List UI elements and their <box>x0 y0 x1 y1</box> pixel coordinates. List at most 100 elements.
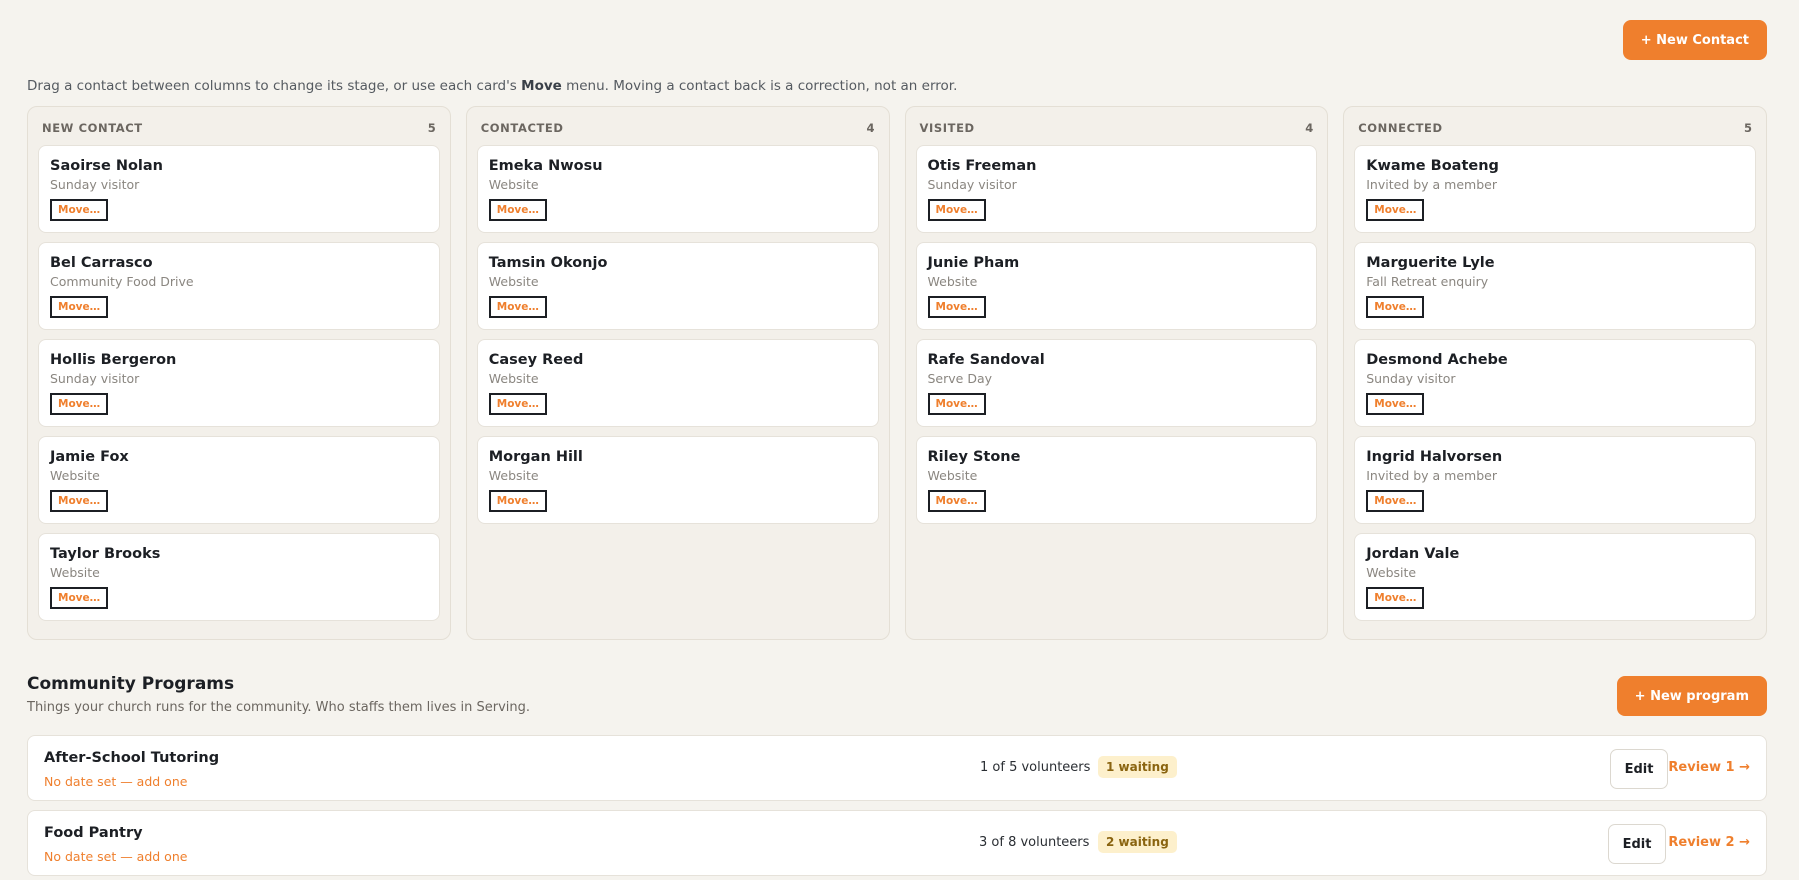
contact-name: Marguerite Lyle <box>1366 255 1495 271</box>
column-title: NEW CONTACT <box>42 121 143 135</box>
move-button[interactable]: Move… <box>1366 393 1425 415</box>
contact-card[interactable]: Morgan Hill Website Move… <box>476 436 879 524</box>
contact-source: Sunday visitor <box>1366 371 1456 386</box>
new-program-button[interactable]: + New program <box>1616 676 1767 716</box>
column-count: 5 <box>427 121 436 135</box>
contact-name: Hollis Bergeron <box>50 352 177 368</box>
contact-name: Emeka Nwosu <box>488 158 603 174</box>
move-button[interactable]: Move… <box>1366 587 1425 609</box>
top-bar: + New Contact <box>27 20 1767 60</box>
review-link[interactable]: Review 2 → <box>1668 835 1750 850</box>
contact-card[interactable]: Rafe Sandoval Serve Day Move… <box>915 339 1318 427</box>
column-header: VISITED 4 <box>916 117 1318 139</box>
program-date-link[interactable]: No date set — add one <box>44 774 187 789</box>
new-contact-button[interactable]: + New Contact <box>1622 20 1767 60</box>
contact-name: Desmond Achebe <box>1366 352 1508 368</box>
move-button[interactable]: Move… <box>50 199 109 221</box>
contact-card[interactable]: Riley Stone Website Move… <box>915 436 1318 524</box>
edit-program-button[interactable]: Edit <box>1608 824 1666 864</box>
program-row: Food Pantry No date set — add one 3 of 8… <box>27 810 1767 876</box>
contact-name: Otis Freeman <box>927 158 1037 174</box>
contact-card[interactable]: Otis Freeman Sunday visitor Move… <box>915 145 1318 233</box>
column-title: VISITED <box>919 121 975 135</box>
move-button[interactable]: Move… <box>50 587 109 609</box>
program-row: After-School Tutoring No date set — add … <box>27 735 1767 801</box>
programs-subtitle: Things your church runs for the communit… <box>27 700 531 715</box>
contact-source: Website <box>927 274 978 289</box>
column-new-contact: NEW CONTACT 5 Saoirse Nolan Sunday visito… <box>27 106 451 640</box>
column-header: CONNECTED 5 <box>1354 117 1756 139</box>
column-title: CONNECTED <box>1358 121 1443 135</box>
move-button[interactable]: Move… <box>1366 199 1425 221</box>
contact-name: Morgan Hill <box>488 449 583 465</box>
hint-move-emphasis: Move <box>521 78 562 94</box>
contact-card[interactable]: Marguerite Lyle Fall Retreat enquiry Move… <box>1354 242 1756 330</box>
contact-card[interactable]: Saoirse Nolan Sunday visitor Move… <box>38 145 440 233</box>
programs-header: Community Programs Things your church ru… <box>27 674 1767 724</box>
contact-name: Riley Stone <box>927 449 1021 465</box>
contact-source: Website <box>927 468 978 483</box>
review-link[interactable]: Review 1 → <box>1668 760 1750 775</box>
program-date-link[interactable]: No date set — add one <box>44 849 187 864</box>
contact-name: Jamie Fox <box>50 449 129 465</box>
contact-card[interactable]: Taylor Brooks Website Move… <box>38 533 440 621</box>
move-button[interactable]: Move… <box>488 490 547 512</box>
contact-source: Website <box>488 177 539 192</box>
contact-source: Website <box>488 468 539 483</box>
contact-source: Community Food Drive <box>50 274 194 289</box>
contact-card[interactable]: Casey Reed Website Move… <box>476 339 879 427</box>
contact-name: Kwame Boateng <box>1366 158 1499 174</box>
move-button[interactable]: Move… <box>927 490 986 512</box>
move-button[interactable]: Move… <box>927 296 986 318</box>
contact-card[interactable]: Emeka Nwosu Website Move… <box>476 145 879 233</box>
contact-name: Rafe Sandoval <box>927 352 1045 368</box>
contact-card[interactable]: Tamsin Okonjo Website Move… <box>476 242 879 330</box>
contact-card[interactable]: Junie Pham Website Move… <box>915 242 1318 330</box>
card-list: Emeka Nwosu Website Move… Tamsin Okonjo Web… <box>476 145 879 524</box>
contact-card[interactable]: Ingrid Halvorsen Invited by a member Move… <box>1354 436 1756 524</box>
column-count: 5 <box>1743 121 1752 135</box>
contact-source: Sunday visitor <box>50 371 140 386</box>
move-button[interactable]: Move… <box>488 199 547 221</box>
contact-card[interactable]: Desmond Achebe Sunday visitor Move… <box>1354 339 1756 427</box>
column-count: 4 <box>866 121 875 135</box>
contact-source: Website <box>50 468 100 483</box>
card-list: Otis Freeman Sunday visitor Move… Junie Ph… <box>915 145 1318 524</box>
edit-program-button[interactable]: Edit <box>1610 749 1668 789</box>
move-button[interactable]: Move… <box>488 296 547 318</box>
move-button[interactable]: Move… <box>50 296 109 318</box>
program-volunteers: 3 of 8 volunteers <box>979 835 1090 850</box>
contact-name: Ingrid Halvorsen <box>1366 449 1503 465</box>
board-hint: Drag a contact between columns to change… <box>27 78 958 94</box>
move-button[interactable]: Move… <box>1366 490 1425 512</box>
contact-source: Serve Day <box>927 371 993 386</box>
move-button[interactable]: Move… <box>488 393 547 415</box>
move-button[interactable]: Move… <box>1366 296 1425 318</box>
contact-source: Sunday visitor <box>927 177 1017 192</box>
column-count: 4 <box>1305 121 1314 135</box>
contact-name: Tamsin Okonjo <box>488 255 608 271</box>
move-button[interactable]: Move… <box>927 393 986 415</box>
kanban-board: NEW CONTACT 5 Saoirse Nolan Sunday visito… <box>27 106 1767 640</box>
contact-card[interactable]: Bel Carrasco Community Food Drive Move… <box>38 242 440 330</box>
contact-name: Saoirse Nolan <box>50 158 163 174</box>
programs-title: Community Programs <box>27 674 235 694</box>
contact-source: Website <box>488 371 539 386</box>
contact-source: Website <box>1366 565 1417 580</box>
contact-source: Sunday visitor <box>50 177 140 192</box>
contact-name: Casey Reed <box>488 352 584 368</box>
contact-card[interactable]: Jamie Fox Website Move… <box>38 436 440 524</box>
contact-card[interactable]: Hollis Bergeron Sunday visitor Move… <box>38 339 440 427</box>
column-title: CONTACTED <box>480 121 564 135</box>
column-connected: CONNECTED 5 Kwame Boateng Invited by a me… <box>1343 106 1767 640</box>
contact-source: Fall Retreat enquiry <box>1366 274 1489 289</box>
waiting-badge: 2 waiting <box>1098 831 1177 853</box>
program-name: After-School Tutoring <box>44 750 220 766</box>
move-button[interactable]: Move… <box>50 490 109 512</box>
contact-card[interactable]: Kwame Boateng Invited by a member Move… <box>1354 145 1756 233</box>
contact-card[interactable]: Jordan Vale Website Move… <box>1354 533 1756 621</box>
column-header: CONTACTED 4 <box>477 117 879 139</box>
contact-name: Jordan Vale <box>1366 546 1460 562</box>
move-button[interactable]: Move… <box>50 393 109 415</box>
move-button[interactable]: Move… <box>927 199 986 221</box>
